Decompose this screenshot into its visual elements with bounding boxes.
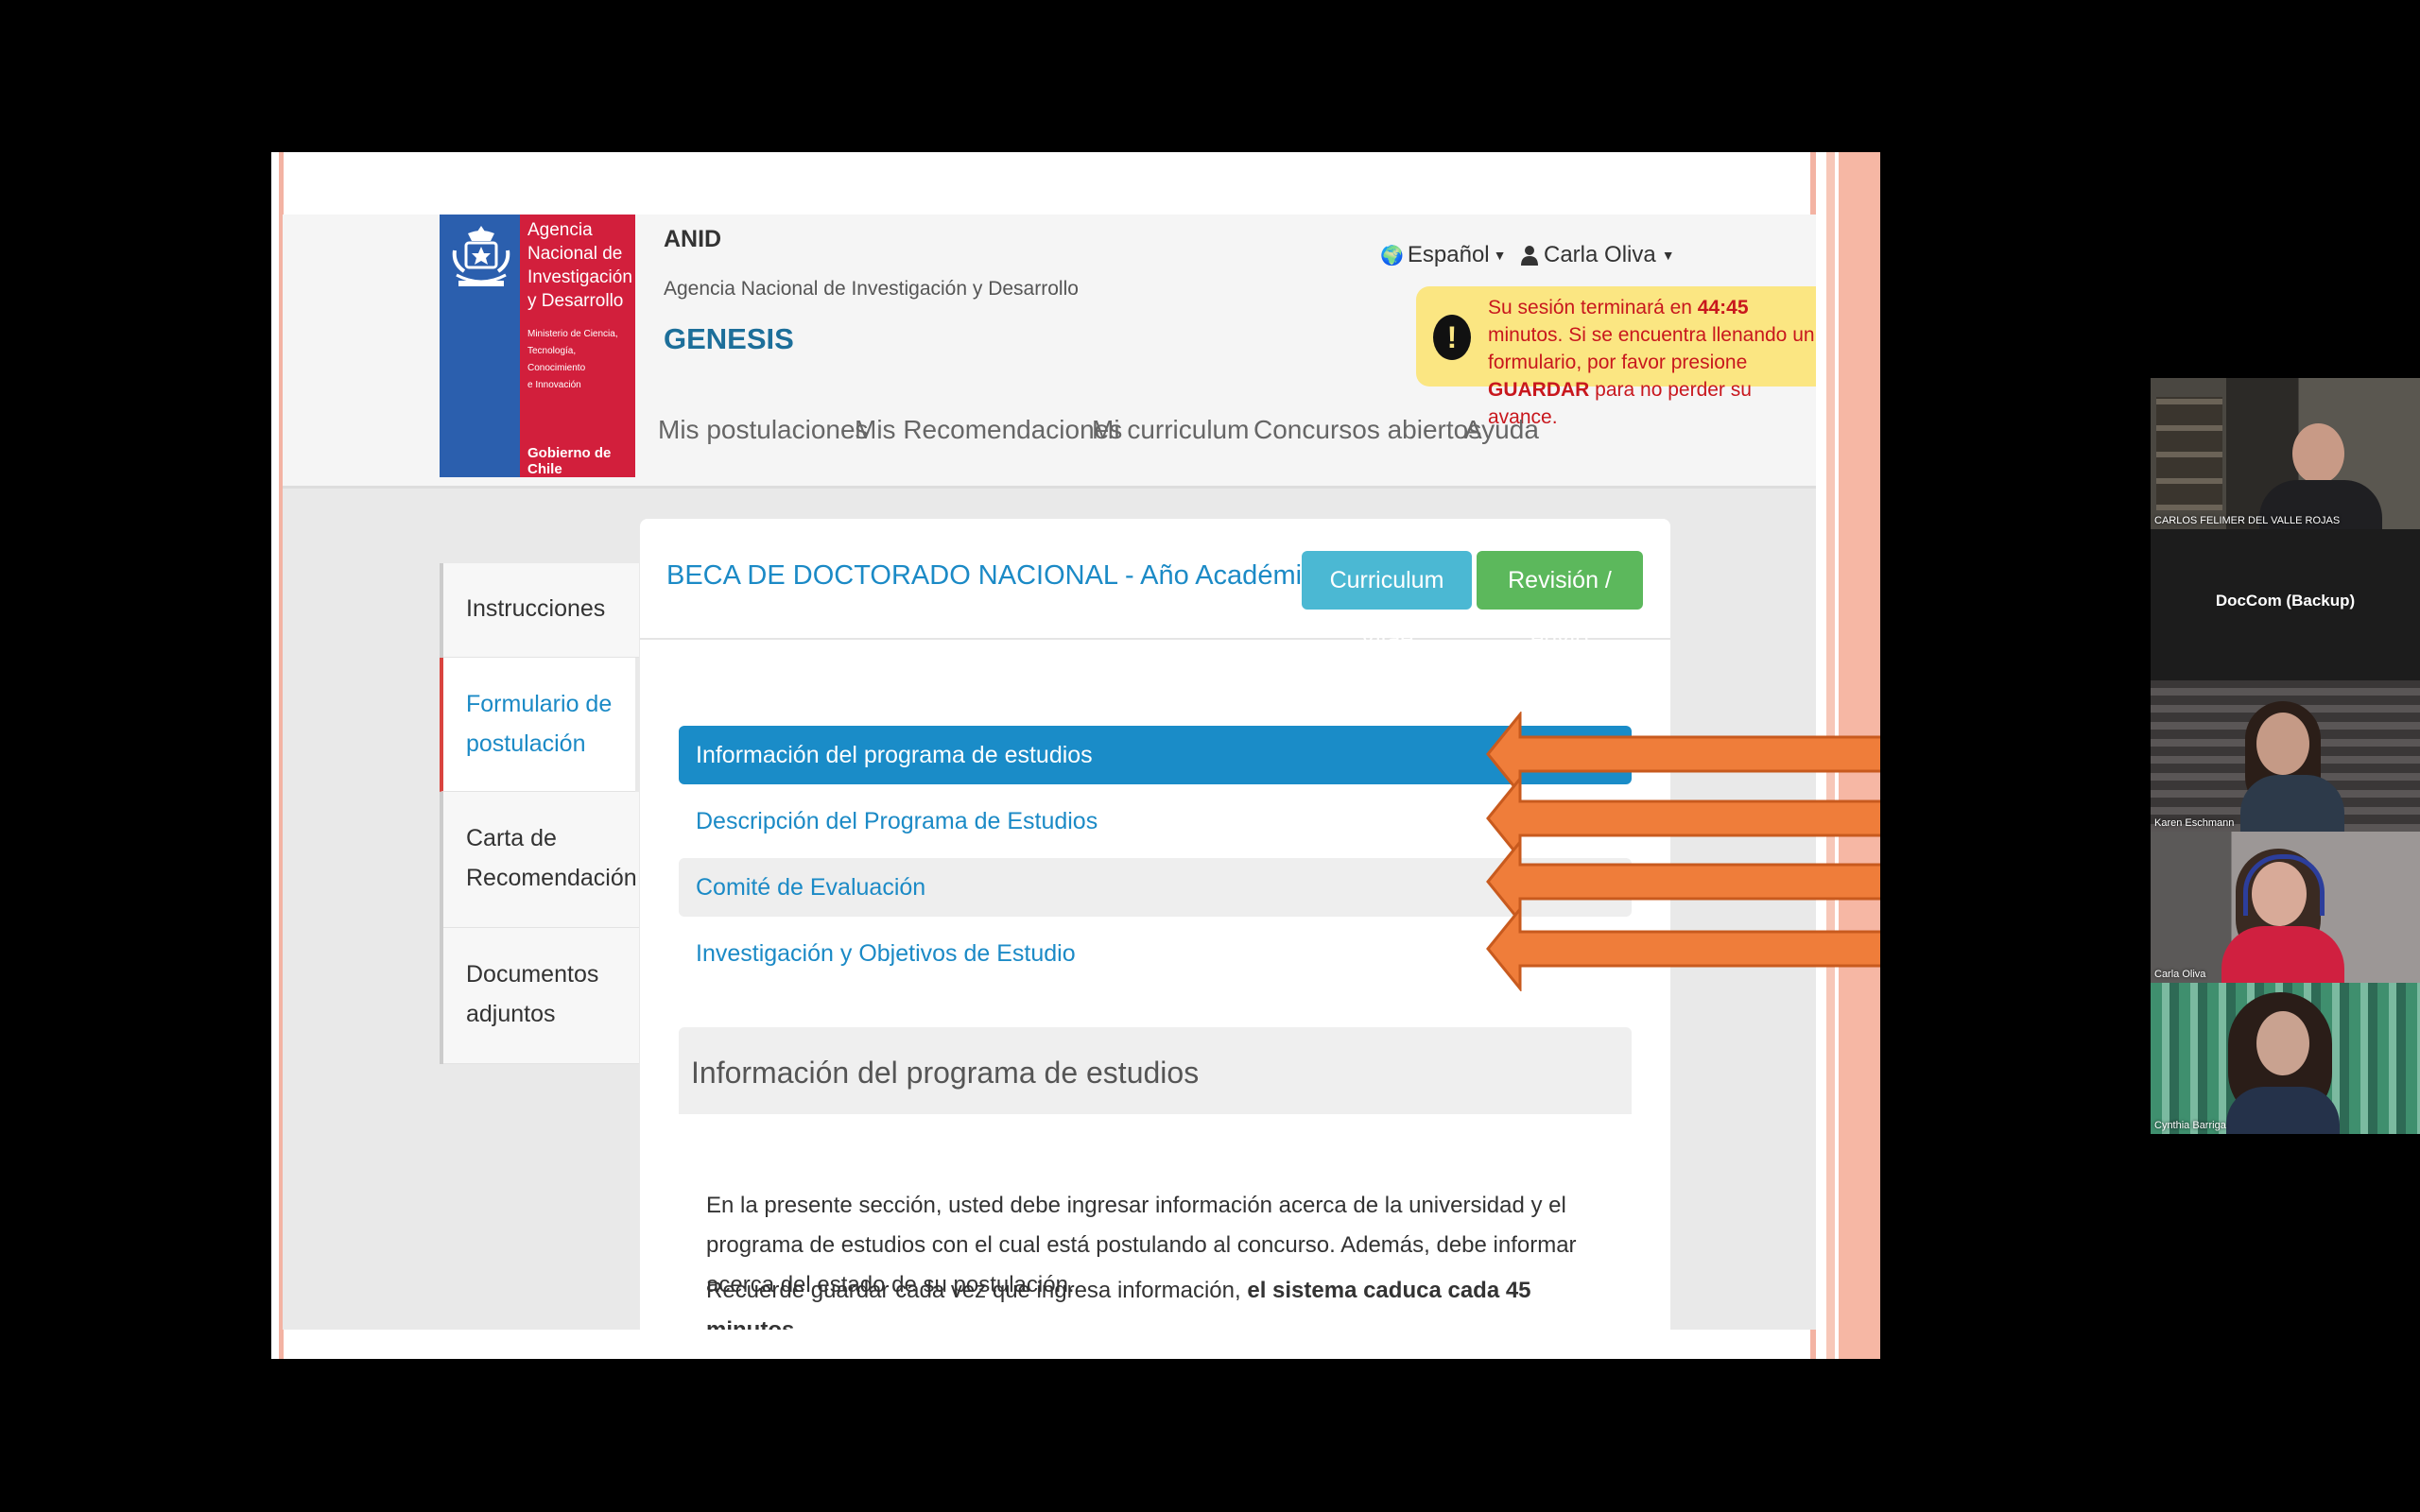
nav-concursos-abiertos[interactable]: Concursos abiertos	[1253, 415, 1481, 445]
tab-label: postulación	[466, 730, 586, 757]
user-menu[interactable]: Carla Oliva ▼	[1521, 242, 1675, 268]
reminder-text: Recuerde guardar cada vez que ingresa in…	[706, 1278, 1248, 1303]
alert-text: Su sesión terminará en	[1488, 297, 1698, 318]
caret-down-icon: ▼	[1493, 248, 1507, 263]
participant-name: Cynthia Barriga	[2154, 1120, 2226, 1131]
logo-title: Agencia Nacional de Investigación y Desa…	[527, 218, 635, 313]
logo-line: Nacional de	[527, 244, 623, 264]
logo-ministry: Ministerio de Ciencia, Tecnología, Conoc…	[527, 326, 633, 394]
sidebar-tab-documentos[interactable]: Documentos adjuntos	[443, 928, 639, 1064]
curriculum-vitae-button[interactable]: Curriculum Vitae	[1302, 551, 1472, 652]
nav-mis-recomendaciones[interactable]: Mis Recomendaciones	[855, 415, 1122, 445]
section-heading-bar: Información del programa de estudios	[679, 1027, 1632, 1114]
user-icon	[1521, 246, 1538, 266]
language-label: Español	[1407, 242, 1490, 267]
logo-line: Agencia	[527, 220, 593, 240]
headset-icon	[2243, 854, 2325, 916]
person-head	[2256, 1011, 2309, 1075]
person-body	[2226, 1087, 2340, 1134]
tab-label: Formulario de	[466, 691, 613, 717]
warning-icon: !	[1433, 315, 1471, 360]
nav-ayuda[interactable]: Ayuda	[1464, 415, 1539, 445]
person-head	[2292, 423, 2344, 484]
section-reminder: Recuerde guardar cada vez que ingresa in…	[706, 1271, 1619, 1330]
participant-tile[interactable]: Carla Oliva	[2151, 832, 2420, 983]
logo-line: Investigación	[527, 267, 632, 287]
shared-screen: Agencia Nacional de Investigación y Desa…	[271, 152, 1880, 1359]
participant-tile[interactable]: Karen Eschmann	[2151, 680, 2420, 832]
logo-sub-line: Ministerio de Ciencia,	[527, 329, 618, 339]
tab-label: Recomendación	[466, 865, 637, 891]
anid-logo: Agencia Nacional de Investigación y Desa…	[440, 215, 635, 477]
page-title: BECA DE DOCTORADO NACIONAL - Año Académi…	[666, 560, 1400, 591]
nav-mi-curriculum[interactable]: Mi curriculum	[1092, 415, 1249, 445]
form-sidebar: Instrucciones Formulario de postulación …	[440, 563, 641, 1064]
person-body	[2240, 775, 2344, 832]
user-name: Carla Oliva	[1544, 242, 1656, 267]
logo-line: y Desarrollo	[527, 291, 624, 311]
sidebar-tab-instrucciones[interactable]: Instrucciones	[443, 563, 639, 658]
chile-crest-icon	[452, 226, 510, 286]
alert-time: 44:45	[1697, 297, 1749, 318]
logo-footer: Gobierno de Chile	[527, 445, 612, 477]
tab-label: Documentos	[466, 961, 599, 988]
org-short-name: ANID	[664, 226, 722, 252]
alert-text: minutos. Si se encuentra llenando un for…	[1488, 324, 1815, 373]
participant-name: CARLOS FELIMER DEL VALLE ROJAS	[2154, 515, 2341, 526]
logo-sub-line: Tecnología, Conocimiento	[527, 346, 586, 373]
participant-tile[interactable]: CARLOS FELIMER DEL VALLE ROJAS	[2151, 378, 2420, 529]
session-alert: ! Su sesión terminará en 44:45 minutos. …	[1416, 286, 1816, 428]
nav-mis-postulaciones[interactable]: Mis postulaciones	[658, 415, 869, 445]
logo-sub-line: e Innovación	[527, 380, 581, 390]
language-dropdown[interactable]: 🌍 Español ▼	[1380, 242, 1507, 268]
participant-tile[interactable]: Cynthia Barriga	[2151, 983, 2420, 1134]
person-body	[2221, 926, 2344, 983]
participant-name: Carla Oliva	[2154, 969, 2206, 980]
panel-header: BECA DE DOCTORADO NACIONAL - Año Académi…	[640, 519, 1670, 652]
person-head	[2256, 713, 2309, 775]
tab-label: Instrucciones	[466, 595, 606, 622]
participant-name: Karen Eschmann	[2154, 817, 2235, 829]
tab-label: adjuntos	[466, 1001, 556, 1027]
alert-keyword: GUARDAR	[1488, 379, 1590, 401]
annotation-arrow-icon	[1486, 906, 1880, 991]
participant-name: DocCom (Backup)	[2215, 592, 2356, 610]
globe-icon: 🌍	[1380, 245, 1404, 266]
tab-label: Carta de	[466, 825, 557, 851]
site-header: Agencia Nacional de Investigación y Desa…	[283, 215, 1816, 489]
org-full-name: Agencia Nacional de Investigación y Desa…	[664, 278, 1079, 300]
revision-envio-button[interactable]: Revisión / envío	[1477, 551, 1643, 652]
section-card: Información del programa de estudios En …	[679, 1027, 1632, 1330]
sidebar-tab-formulario[interactable]: Formulario de postulación	[440, 658, 635, 792]
bookshelf	[2156, 397, 2222, 510]
participant-tile[interactable]: DocCom (Backup)	[2151, 529, 2420, 680]
section-heading: Información del programa de estudios	[691, 1056, 1200, 1090]
session-alert-text: Su sesión terminará en 44:45 minutos. Si…	[1488, 294, 1816, 431]
system-name: GENESIS	[664, 322, 794, 355]
caret-down-icon: ▼	[1661, 248, 1675, 263]
sidebar-tab-carta[interactable]: Carta de Recomendación	[443, 792, 639, 928]
